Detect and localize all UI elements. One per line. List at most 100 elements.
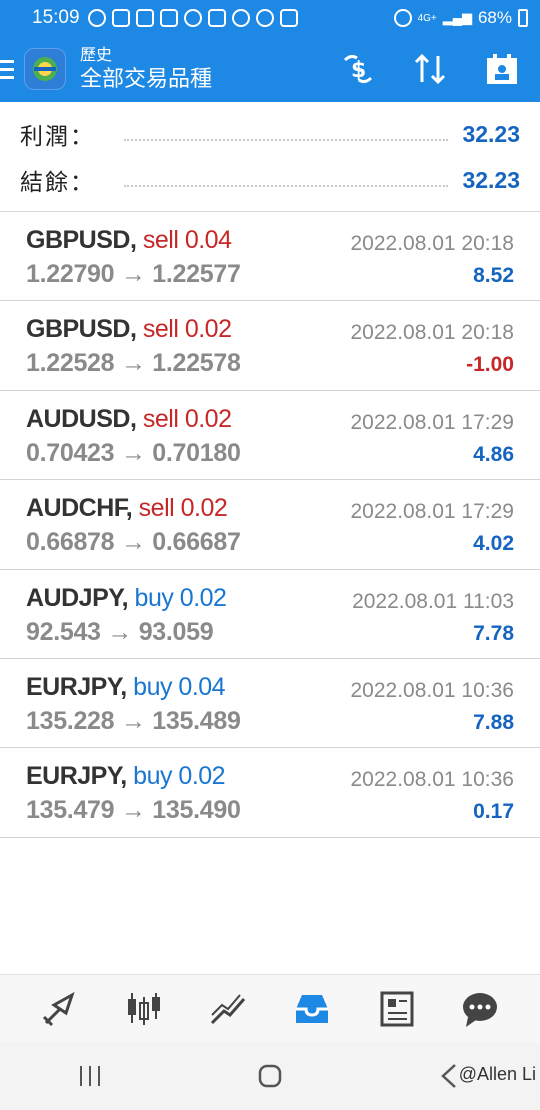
menu-icon [0, 59, 14, 63]
trade-side: buy 0.02 [134, 583, 227, 612]
trade-prices: 135.228 → 135.489 [26, 707, 241, 736]
trade-side: sell 0.02 [142, 315, 232, 344]
profit-row: 利潤： 32.23 [20, 114, 520, 154]
trade-row[interactable]: AUDJPY, buy 0.02 92.543 → 93.059 2022.08… [0, 570, 540, 659]
close-price: 135.490 [152, 796, 241, 825]
trade-row[interactable]: GBPUSD, sell 0.04 1.22790 → 1.22577 2022… [0, 212, 540, 302]
close-price: 1.22577 [152, 260, 241, 288]
dotted-leader [124, 185, 449, 187]
system-indicators: 4G+ ▂▄▆ 68% [393, 8, 528, 28]
trade-profit: 4.02 [473, 532, 514, 556]
app-bar: 歷史 全部交易品種 $ [0, 36, 540, 102]
open-price: 135.228 [26, 706, 115, 735]
trade-time: 2022.08.01 10:36 [350, 768, 515, 792]
open-price: 0.66878 [26, 528, 115, 557]
arrow-icon: → [120, 349, 146, 378]
notification-icons [87, 9, 298, 27]
trade-title: AUDCHF, sell 0.02 [26, 494, 228, 523]
nav-trade[interactable] [30, 979, 90, 1039]
trade-history-list: GBPUSD, sell 0.04 1.22790 → 1.22577 2022… [0, 212, 540, 838]
trade-symbol: AUDJPY, [26, 583, 129, 612]
dotted-leader [124, 139, 449, 141]
currency-exchange-button[interactable]: $ [336, 47, 380, 91]
trade-row[interactable]: AUDCHF, sell 0.02 0.66878 → 0.66687 2022… [0, 480, 540, 570]
page-title[interactable]: 全部交易品種 [80, 66, 212, 91]
balance-row: 結餘： 32.23 [20, 160, 520, 200]
trade-time: 2022.08.01 10:36 [350, 678, 515, 702]
trade-profit: -1.00 [466, 353, 514, 377]
app-icon [255, 9, 274, 27]
alarm-icon [393, 9, 412, 27]
home-button[interactable] [240, 1051, 300, 1101]
trade-prices: 0.70423 → 0.70180 [26, 439, 241, 468]
trade-time: 2022.08.01 17:29 [350, 410, 515, 434]
nav-chat[interactable] [450, 979, 510, 1039]
app-icon [183, 9, 202, 27]
arrow-icon: → [120, 706, 146, 735]
app-bar-titles: 歷史 全部交易品種 [80, 47, 212, 91]
trade-time: 2022.08.01 20:18 [350, 232, 515, 255]
trade-side: sell 0.02 [138, 494, 228, 523]
bottom-navigation [0, 974, 540, 1042]
trade-profit: 0.17 [473, 800, 514, 824]
arrow-icon: → [107, 617, 133, 646]
trade-icon [42, 991, 75, 1026]
summary-panel: 利潤： 32.23 結餘： 32.23 [0, 102, 540, 212]
close-price: 135.489 [152, 706, 241, 735]
app-icon [135, 9, 154, 27]
nav-history[interactable] [282, 979, 342, 1039]
trade-row[interactable]: EURJPY, buy 0.02 135.479 → 135.490 2022.… [0, 748, 540, 838]
trade-profit: 8.52 [473, 264, 514, 287]
close-price: 93.059 [138, 617, 214, 646]
trade-title: EURJPY, buy 0.02 [26, 762, 226, 791]
status-time: 15:09 [32, 7, 80, 28]
trade-profit: 4.86 [473, 442, 514, 466]
mail-icon [111, 9, 130, 27]
nav-chart[interactable] [114, 979, 174, 1039]
signal-icon: ▂▄▆ [442, 10, 472, 25]
app-bar-actions: $ [336, 47, 540, 91]
trade-time: 2022.08.01 11:03 [352, 589, 514, 613]
app-logo[interactable] [24, 48, 66, 90]
trade-prices: 1.22790 → 1.22577 [26, 260, 241, 289]
trade-prices: 0.66878 → 0.66687 [26, 528, 241, 557]
trade-side: buy 0.02 [133, 762, 226, 791]
trade-profit: 7.78 [473, 621, 514, 645]
news-icon [380, 991, 414, 1026]
trade-title: AUDUSD, sell 0.02 [26, 404, 232, 434]
trade-symbol: AUDUSD, [26, 404, 137, 433]
nav-trend[interactable] [198, 979, 258, 1039]
battery-icon [518, 9, 528, 27]
trade-symbol: AUDCHF, [26, 494, 133, 523]
history-inbox-icon [296, 994, 328, 1023]
close-price: 0.66687 [152, 528, 241, 557]
chart-icon [128, 992, 160, 1025]
balance-label: 結餘： [20, 169, 95, 195]
calendar-button[interactable] [480, 47, 524, 91]
profit-label: 利潤： [20, 123, 95, 149]
network-label: 4G+ [417, 12, 437, 24]
arrow-icon: → [120, 796, 146, 825]
trade-time: 2022.08.01 17:29 [350, 500, 515, 524]
metatrader-logo-icon [33, 57, 57, 81]
watermark: @Allen Li [458, 1064, 536, 1084]
balance-value: 32.23 [462, 166, 520, 193]
menu-button[interactable] [0, 36, 18, 102]
nav-news[interactable] [366, 979, 426, 1039]
trade-symbol: EURJPY, [26, 762, 127, 791]
trade-row[interactable]: EURJPY, buy 0.04 135.228 → 135.489 2022.… [0, 659, 540, 749]
trade-profit: 7.88 [473, 710, 514, 734]
notification-icon [87, 9, 106, 27]
trend-icon [210, 993, 246, 1024]
trade-row[interactable]: AUDUSD, sell 0.02 0.70423 → 0.70180 2022… [0, 391, 540, 481]
home-icon [258, 1064, 282, 1088]
arrow-icon: → [120, 438, 146, 467]
menu-icon-line [0, 67, 14, 71]
calendar-icon [487, 54, 517, 84]
recent-apps-button[interactable] [60, 1051, 120, 1101]
open-price: 0.70423 [26, 438, 115, 467]
sort-button[interactable] [408, 47, 452, 91]
trade-row[interactable]: GBPUSD, sell 0.02 1.22528 → 1.22578 2022… [0, 301, 540, 391]
trade-side: sell 0.04 [142, 226, 232, 254]
menu-icon-line [0, 75, 14, 79]
